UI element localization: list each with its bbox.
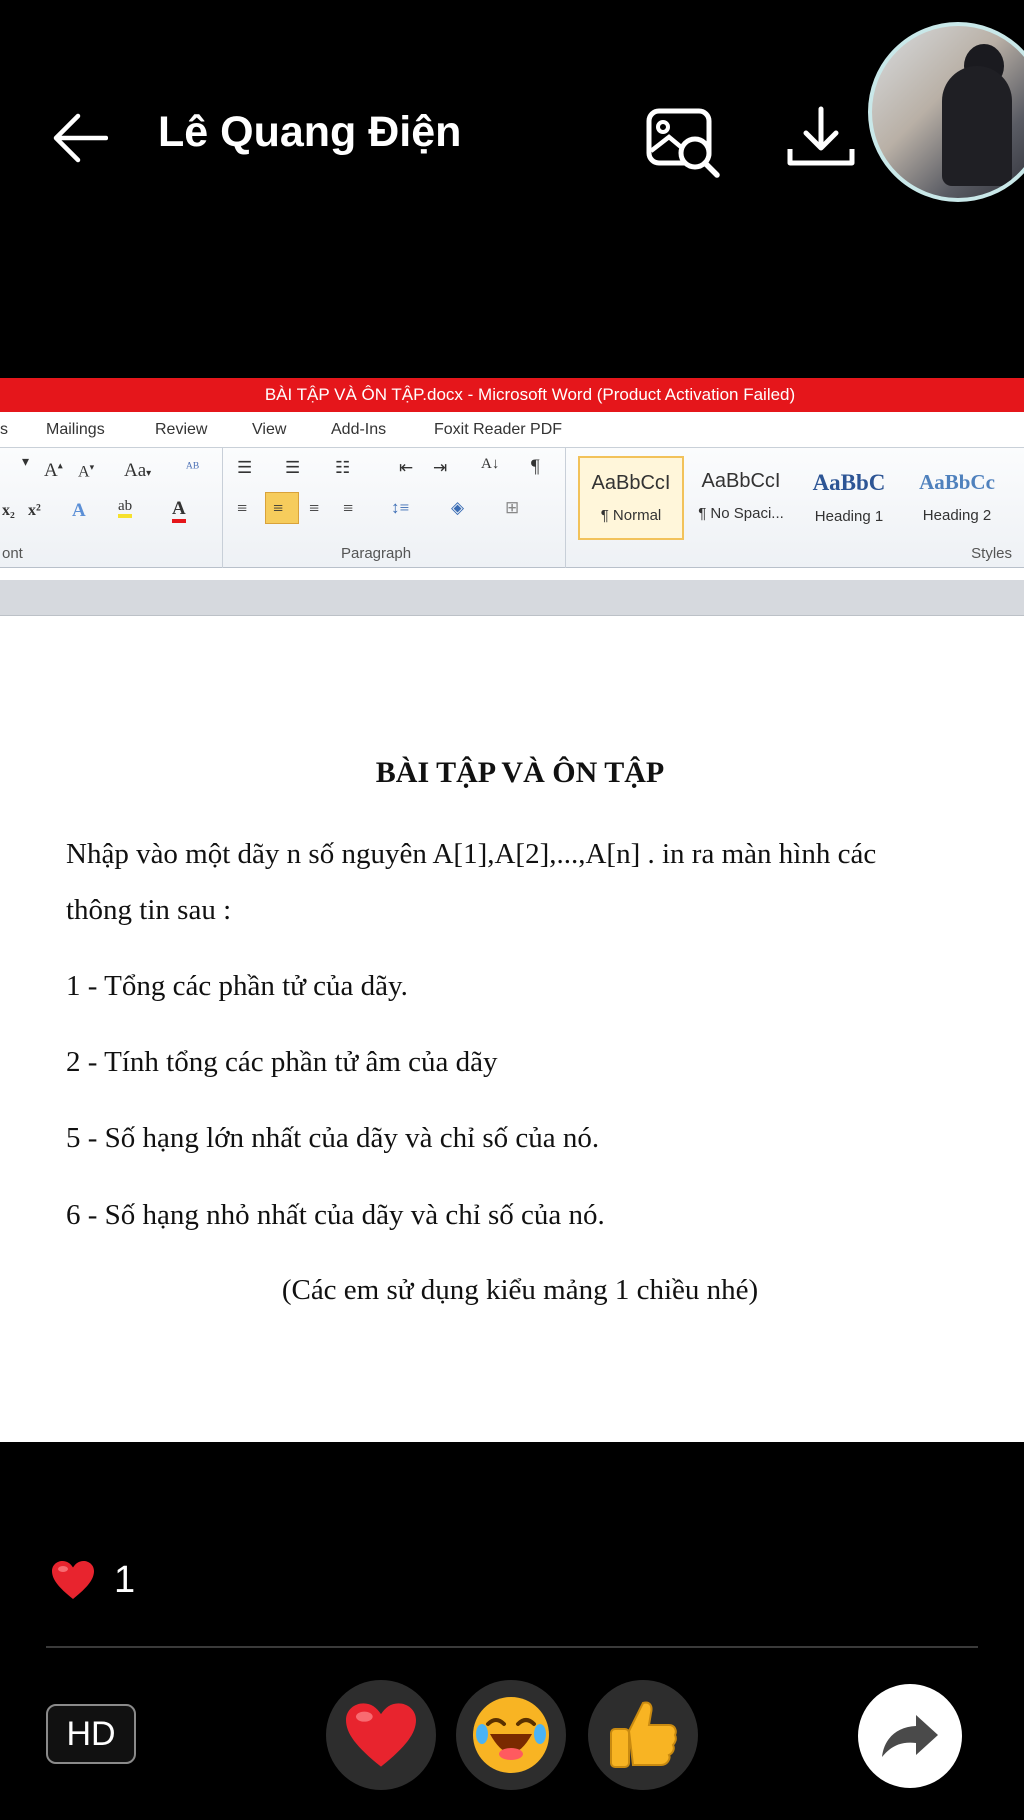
font-group-label: ont (2, 545, 23, 562)
divider (46, 1646, 978, 1648)
highlight-icon: ab (118, 498, 133, 518)
shading-icon: ◈ (451, 498, 465, 517)
document-intro-line-1: Nhập vào một dãy n số nguyên A[1],A[2],.… (66, 838, 877, 870)
font-size-dropdown: ▾ (22, 455, 30, 470)
hd-button[interactable]: HD (46, 1704, 136, 1764)
style-heading-2: AaBbCc Heading 2 (919, 470, 995, 524)
tab-review: Review (155, 421, 208, 438)
style-heading-1: AaBbC Heading 1 (812, 470, 886, 525)
window-title: BÀI TẬP VÀ ÔN TẬP.docx - Microsoft Word … (0, 378, 1024, 412)
multilevel-list-icon: ☷ (335, 458, 351, 477)
avatar[interactable] (868, 22, 1024, 202)
font-color-icon: A (172, 498, 186, 523)
document-item: 6 - Số hạng nhỏ nhất của dãy và chỉ số c… (66, 1199, 605, 1231)
borders-icon: ⊞ (505, 498, 520, 517)
styles-group-label: Styles (971, 545, 1012, 562)
back-arrow-icon[interactable] (52, 112, 108, 164)
shared-word-screenshot[interactable]: BÀI TẬP VÀ ÔN TẬP.docx - Microsoft Word … (0, 378, 1024, 1442)
tab-foxit-reader-pdf: Foxit Reader PDF (434, 421, 563, 438)
justify-icon: ≡ (343, 498, 354, 518)
line-spacing-icon: ↕≡ (391, 498, 410, 517)
ribbon: ▾ A▴ A▾ Aa▾ ᴬᴮ x₂ x² A ab A ont ☰ ☰ ☷ ⇤ … (0, 448, 1024, 568)
superscript-icon: x² (28, 502, 41, 519)
sort-icon: A↓ (481, 456, 500, 472)
document-intro-line-2: thông tin sau : (66, 894, 232, 926)
laughing-face-icon (473, 1697, 549, 1773)
thumbs-up-reaction-button[interactable] (588, 1680, 698, 1790)
align-center-icon: ≡ (273, 498, 284, 518)
align-left-icon: ≡ (237, 498, 248, 518)
heart-icon (346, 1703, 416, 1767)
heart-icon (52, 1561, 94, 1599)
tab-partial: s (0, 421, 8, 438)
numbering-icon: ☰ (285, 458, 301, 477)
subscript-icon: x₂ (2, 502, 15, 519)
thumbs-up-icon (610, 1701, 677, 1768)
bullets-icon: ☰ (237, 458, 253, 477)
share-button[interactable] (858, 1684, 962, 1788)
ribbon-tabs: s Mailings Review View Add-Ins Foxit Rea… (0, 412, 1024, 448)
grow-font-icon: A▴ (44, 460, 63, 481)
shrink-font-icon: A▾ (78, 462, 95, 481)
document-note: (Các em sử dụng kiểu mảng 1 chiều nhé) (281, 1274, 759, 1306)
change-case-icon: Aa▾ (124, 460, 152, 481)
sender-name: Lê Quang Điện (158, 108, 462, 156)
reaction-count: 1 (114, 1558, 136, 1601)
show-marks-icon: ¶ (531, 456, 540, 477)
paragraph-group: ☰ ☰ ☷ ⇤ ⇥ A↓ ¶ ≡ ≡ ≡ ≡ ↕≡ ◈ ⊞ Paragraph (223, 448, 566, 568)
download-icon[interactable] (786, 105, 856, 169)
ruler-strip (0, 580, 1024, 616)
decrease-indent-icon: ⇤ (399, 458, 414, 477)
font-group: ▾ A▴ A▾ Aa▾ ᴬᴮ x₂ x² A ab A ont (0, 448, 223, 568)
tab-add-ins: Add-Ins (331, 421, 387, 438)
laugh-reaction-button[interactable] (456, 1680, 566, 1790)
share-arrow-icon (882, 1715, 938, 1757)
text-effects-icon: A (72, 500, 86, 521)
style-no-spacing: AaBbCcI ¶ No Spaci... (698, 470, 784, 522)
image-search-icon[interactable] (645, 105, 725, 179)
paragraph-group-label: Paragraph (341, 545, 412, 562)
increase-indent-icon: ⇥ (433, 458, 448, 477)
document-item: 1 - Tổng các phần tử của dãy. (66, 970, 408, 1002)
clear-format-icon: ᴬᴮ (186, 460, 199, 477)
align-right-icon: ≡ (309, 498, 320, 518)
document-item: 2 - Tính tổng các phần tử âm của dãy (66, 1046, 498, 1078)
document-title: BÀI TẬP VÀ ÔN TẬP (375, 756, 665, 789)
document-item: 5 - Số hạng lớn nhất của dãy và chỉ số c… (66, 1122, 600, 1154)
styles-group: AaBbCcI ¶ Normal AaBbCcI ¶ No Spaci... A… (566, 448, 1024, 568)
tab-mailings: Mailings (46, 421, 105, 438)
heart-reaction-button[interactable] (326, 1680, 436, 1790)
tab-view: View (252, 421, 287, 438)
style-normal: AaBbCcI ¶ Normal (578, 456, 684, 540)
top-bar: Lê Quang Điện (0, 0, 1024, 280)
reaction-summary[interactable]: 1 (50, 1555, 135, 1605)
